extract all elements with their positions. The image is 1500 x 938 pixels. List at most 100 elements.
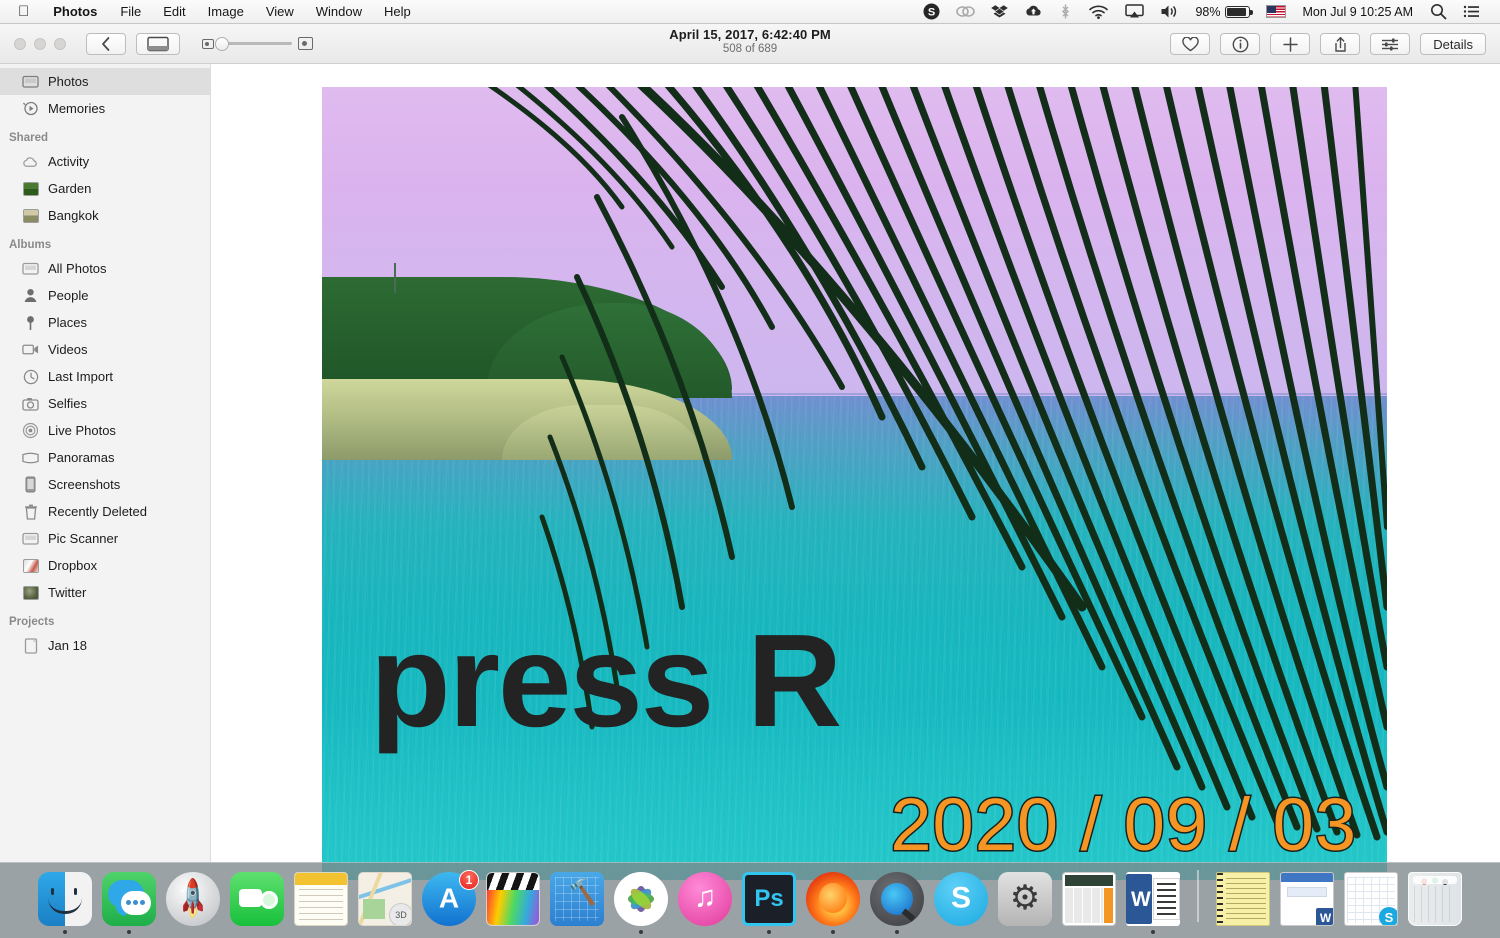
dock-item-launchpad[interactable]: 🚀	[165, 866, 221, 936]
photo-image[interactable]: press R 2020 / 09 / 03	[322, 87, 1387, 880]
sidebar-item-label: Activity	[48, 154, 89, 169]
zoom-slider-track[interactable]	[220, 42, 292, 45]
dock-item-quicktime[interactable]	[869, 866, 925, 936]
plus-icon[interactable]	[1270, 33, 1310, 55]
sidebar-item-garden[interactable]: Garden	[0, 175, 210, 202]
running-indicator	[639, 930, 643, 934]
xcode-icon: 🔨	[550, 872, 604, 926]
notification-center-icon[interactable]	[1455, 0, 1488, 24]
dock-item-photoshop[interactable]: Ps	[741, 866, 797, 936]
menu-bar-clock[interactable]: Mon Jul 9 10:25 AM	[1294, 5, 1422, 19]
sidebar-item-panoramas[interactable]: Panoramas	[0, 444, 210, 471]
dock-item-messages[interactable]	[101, 866, 157, 936]
dock-item-maps[interactable]: 3D	[357, 866, 413, 936]
adjustments-icon[interactable]	[1370, 33, 1410, 55]
album-thumbnail-dropbox	[22, 557, 39, 574]
dock-minimized-skype-window[interactable]: S	[1343, 866, 1399, 936]
details-button[interactable]: Details	[1420, 33, 1486, 55]
dock-item-photos[interactable]	[613, 866, 669, 936]
sidebar-item-label: Twitter	[48, 585, 86, 600]
sidebar-item-all-photos[interactable]: All Photos	[0, 255, 210, 282]
maps-icon: 3D	[358, 872, 412, 926]
wifi-icon[interactable]	[1080, 0, 1117, 24]
sidebar-item-label: Jan 18	[48, 638, 87, 653]
photo-viewer[interactable]: press R 2020 / 09 / 03	[211, 64, 1500, 862]
menu-photos[interactable]: Photos	[41, 0, 109, 24]
sidebar-item-twitter[interactable]: Twitter	[0, 579, 210, 606]
info-icon[interactable]	[1220, 33, 1260, 55]
menu-file[interactable]: File	[109, 0, 152, 24]
apple-logo-icon[interactable]: 	[0, 1, 41, 23]
dock-item-systempreferences[interactable]: ⚙	[997, 866, 1053, 936]
sidebar[interactable]: Photos Memories Shared Activity Garden	[0, 64, 211, 862]
menu-window[interactable]: Window	[305, 0, 373, 24]
battery-status[interactable]: 98%	[1187, 0, 1257, 24]
sidebar-item-live-photos[interactable]: Live Photos	[0, 417, 210, 444]
dock-item-firefox[interactable]	[805, 866, 861, 936]
cloud-upload-icon[interactable]	[1016, 0, 1051, 24]
us-flag-icon[interactable]	[1258, 0, 1294, 24]
zoom-slider-knob[interactable]	[215, 37, 229, 51]
skype-icon[interactable]: S	[915, 0, 948, 24]
sidebar-item-recently-deleted[interactable]: Recently Deleted	[0, 498, 210, 525]
sidebar-item-activity[interactable]: Activity	[0, 148, 210, 175]
bluetooth-icon[interactable]	[1051, 0, 1080, 24]
link-ring-icon[interactable]	[948, 0, 983, 24]
sidebar-item-dropbox[interactable]: Dropbox	[0, 552, 210, 579]
thumbnail-zoom-slider[interactable]	[202, 37, 313, 50]
sidebar-section-albums: Albums	[0, 229, 210, 255]
running-indicator	[1151, 930, 1155, 934]
sidebar-item-screenshots[interactable]: Screenshots	[0, 471, 210, 498]
search-icon[interactable]	[1422, 0, 1455, 24]
heart-icon[interactable]	[1170, 33, 1210, 55]
dock-item-finder[interactable]	[37, 866, 93, 936]
dock-item-calculator[interactable]	[1061, 866, 1117, 936]
sidebar-item-selfies[interactable]: Selfies	[0, 390, 210, 417]
menu-edit[interactable]: Edit	[152, 0, 196, 24]
sidebar-item-bangkok[interactable]: Bangkok	[0, 202, 210, 229]
messages-icon	[102, 872, 156, 926]
camera-icon	[22, 395, 39, 412]
close-button[interactable]	[14, 38, 26, 50]
toolbar-right-group: Details	[1170, 33, 1486, 55]
airplay-icon[interactable]	[1117, 0, 1152, 24]
sidebar-item-last-import[interactable]: Last Import	[0, 363, 210, 390]
share-icon[interactable]	[1320, 33, 1360, 55]
menu-help[interactable]: Help	[373, 0, 422, 24]
dock-item-itunes[interactable]: ♫	[677, 866, 733, 936]
dock-minimized-note[interactable]	[1215, 866, 1271, 936]
minimize-button[interactable]	[34, 38, 46, 50]
dock-item-facetime[interactable]	[229, 866, 285, 936]
sidebar-item-people[interactable]: People	[0, 282, 210, 309]
split-view-icon[interactable]	[136, 33, 180, 55]
sidebar-item-photos[interactable]: Photos	[0, 68, 210, 95]
dock-item-notes[interactable]	[293, 866, 349, 936]
dock-item-finalcut[interactable]	[485, 866, 541, 936]
dock-item-skype[interactable]: S	[933, 866, 989, 936]
sidebar-item-jan-18[interactable]: Jan 18	[0, 632, 210, 659]
photoshop-icon: Ps	[742, 872, 796, 926]
dock-item-word[interactable]: W	[1125, 866, 1181, 936]
photo-overlay-date: 2020 / 09 / 03	[890, 788, 1357, 862]
dock-item-xcode[interactable]: 🔨	[549, 866, 605, 936]
sidebar-item-pic-scanner[interactable]: Pic Scanner	[0, 525, 210, 552]
menu-view[interactable]: View	[255, 0, 305, 24]
sidebar-item-label: Last Import	[48, 369, 113, 384]
dock-item-appstore[interactable]: A 1	[421, 866, 477, 936]
window-controls	[0, 38, 66, 50]
back-chevron-icon[interactable]	[86, 33, 126, 55]
dropbox-icon[interactable]	[983, 0, 1016, 24]
zoom-button[interactable]	[54, 38, 66, 50]
dock[interactable]: 🚀 3D A 1	[0, 862, 1500, 938]
running-indicator	[127, 930, 131, 934]
volume-icon[interactable]	[1152, 0, 1187, 24]
sidebar-item-places[interactable]: Places	[0, 309, 210, 336]
sidebar-item-memories[interactable]: Memories	[0, 95, 210, 122]
dock-item-trash[interactable]	[1407, 866, 1463, 936]
sidebar-item-videos[interactable]: Videos	[0, 336, 210, 363]
toolbar-left-group	[86, 33, 313, 55]
sidebar-section-projects: Projects	[0, 606, 210, 632]
dock-items: 🚀 3D A 1	[37, 862, 1463, 936]
menu-image[interactable]: Image	[197, 0, 255, 24]
dock-minimized-word-window[interactable]: W	[1279, 866, 1335, 936]
